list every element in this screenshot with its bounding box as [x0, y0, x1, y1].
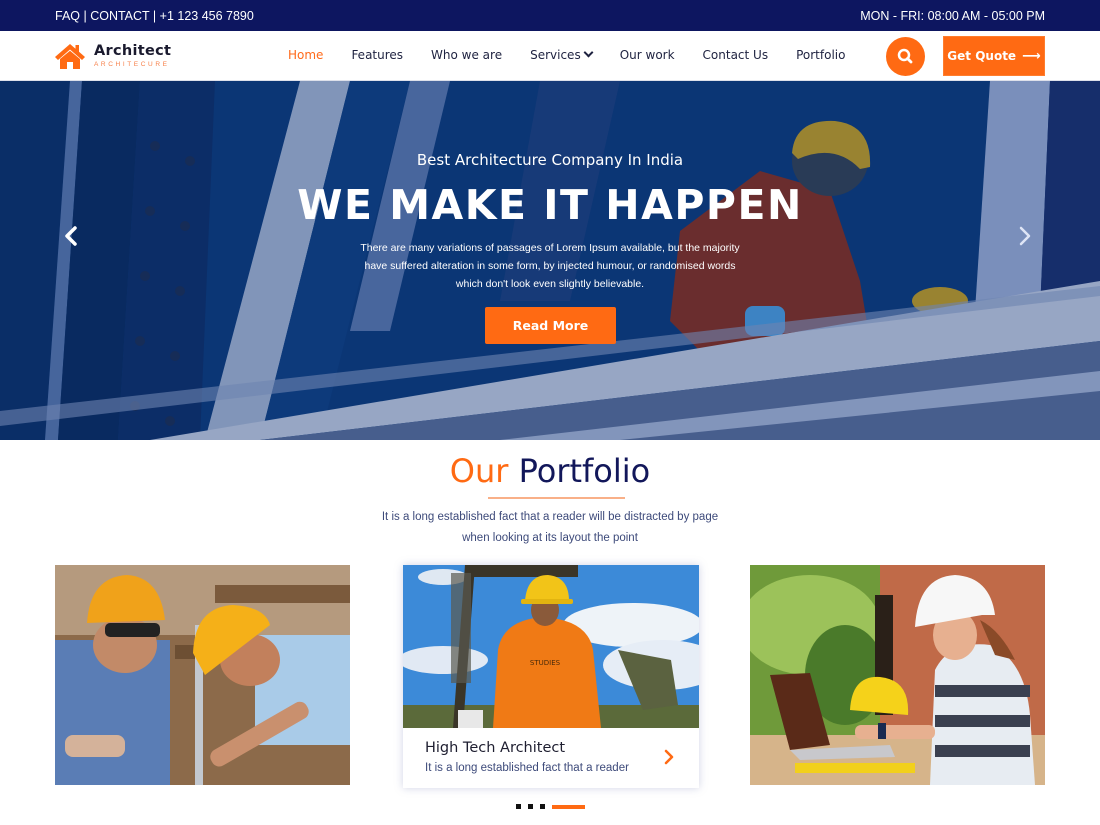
- hero-title: WE MAKE IT HAPPEN: [297, 181, 803, 229]
- carousel-dot-1[interactable]: [516, 804, 521, 809]
- nav-item-home[interactable]: Home: [288, 48, 323, 66]
- portfolio-heading: Our Portfolio: [0, 452, 1100, 490]
- search-icon: [897, 48, 913, 64]
- carousel-dot-3[interactable]: [540, 804, 545, 809]
- portfolio-card-2[interactable]: STUDIES High Tech Architect It is a long…: [403, 565, 699, 788]
- business-hours: MON - FRI: 08:00 AM - 05:00 PM: [860, 9, 1045, 23]
- heading-underline: [488, 497, 625, 499]
- nav-item-portfolio[interactable]: Portfolio: [796, 48, 845, 66]
- hero-slider: Best Architecture Company In India WE MA…: [0, 81, 1100, 440]
- search-button[interactable]: [886, 37, 925, 76]
- svg-text:STUDIES: STUDIES: [530, 659, 561, 667]
- get-quote-button[interactable]: Get Quote ⟶: [943, 36, 1045, 76]
- logo[interactable]: Architect ARCHITECURE: [54, 41, 184, 73]
- hero-description: There are many variations of passages of…: [360, 242, 740, 290]
- portfolio-heading-accent: Our: [449, 452, 509, 490]
- contact-links[interactable]: FAQ | CONTACT | +1 123 456 7890: [55, 9, 254, 23]
- house-icon: [55, 44, 85, 69]
- nav-item-contact-us[interactable]: Contact Us: [703, 48, 769, 66]
- read-more-button[interactable]: Read More: [485, 307, 616, 344]
- card-title[interactable]: High Tech Architect: [425, 740, 565, 756]
- arrow-right-icon: ⟶: [1022, 48, 1041, 64]
- top-info-bar: FAQ | CONTACT | +1 123 456 7890 MON - FR…: [0, 0, 1100, 31]
- logo-title: Architect: [94, 43, 172, 59]
- card-text: It is a long established fact that a rea…: [425, 762, 629, 774]
- portfolio-image-oil-worker: STUDIES: [403, 565, 699, 728]
- nav-item-services[interactable]: Services: [530, 47, 594, 66]
- portfolio-heading-main: Portfolio: [518, 452, 651, 490]
- portfolio-card-3[interactable]: [750, 565, 1045, 785]
- nav-item-who-we-are[interactable]: Who we are: [431, 48, 502, 66]
- logo-subtitle: ARCHITECURE: [94, 61, 170, 68]
- site-header: Architect ARCHITECURE Home Features Who …: [0, 31, 1100, 81]
- card-caption: High Tech Architect It is a long establi…: [403, 728, 699, 788]
- portfolio-card-1[interactable]: [55, 565, 350, 785]
- main-nav: Home Features Who we are Services Our wo…: [288, 47, 845, 66]
- get-quote-label: Get Quote: [947, 49, 1017, 63]
- carousel-dot-2[interactable]: [528, 804, 533, 809]
- nav-item-features[interactable]: Features: [351, 48, 403, 66]
- chevron-right-icon[interactable]: [661, 748, 677, 766]
- hero-tagline: Best Architecture Company In India: [416, 151, 684, 169]
- chevron-left-icon[interactable]: [60, 224, 84, 248]
- portfolio-description: It is a long established fact that a rea…: [381, 511, 719, 544]
- nav-item-our-work[interactable]: Our work: [620, 48, 675, 66]
- portfolio-image-workers: [55, 565, 350, 785]
- carousel-indicators: [516, 804, 585, 809]
- nav-item-services-label: Services: [530, 48, 581, 62]
- chevron-right-icon[interactable]: [1012, 224, 1036, 248]
- portfolio-image-engineer-laptop: [750, 565, 1045, 785]
- carousel-dot-4-active[interactable]: [552, 804, 585, 809]
- chevron-down-icon: [583, 47, 594, 58]
